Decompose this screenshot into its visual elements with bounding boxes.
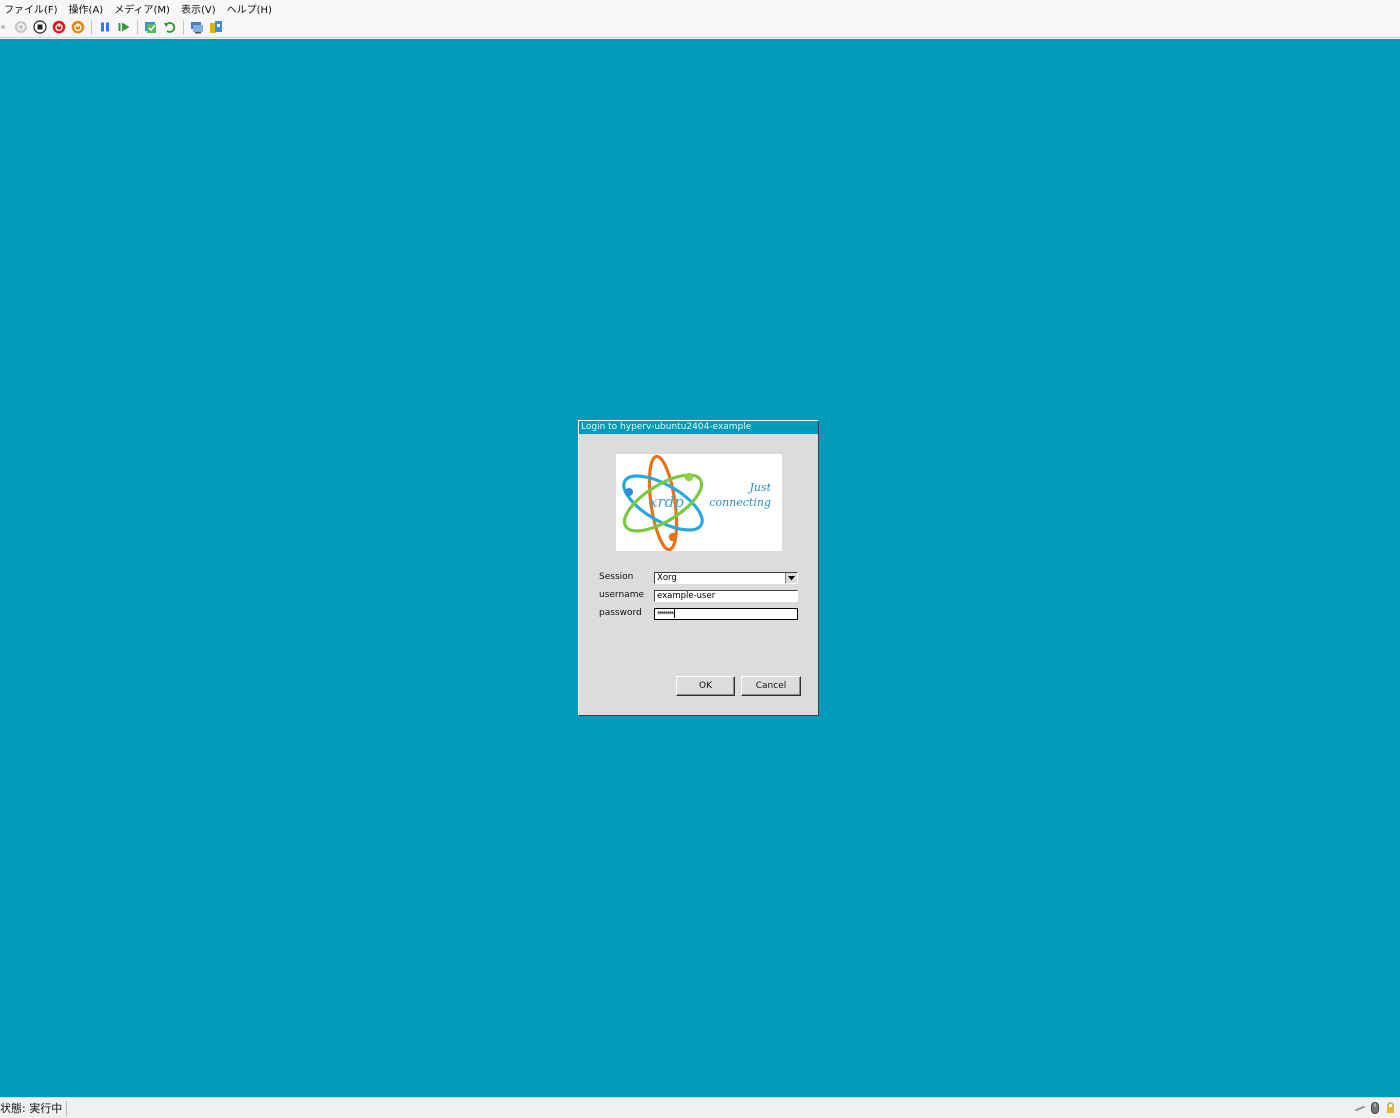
xrdp-logo: xrdp Just connecting [616,454,782,551]
turn-off-icon[interactable] [32,20,47,35]
lock-icon [1384,1101,1396,1114]
dialog-title: Login to hyperv-ubuntu2404-example [579,421,818,434]
menu-bar: ファイル(F) 操作(A) メディア(M) 表示(V) ヘルプ(H) [0,0,1400,17]
cancel-button[interactable]: Cancel [741,676,801,696]
chevron-down-icon[interactable] [785,573,797,583]
session-label: Session [599,572,634,582]
text-cursor [674,609,675,618]
logo-tagline-2: connecting [709,496,771,509]
status-bar: 状態: 実行中 [0,1097,1400,1118]
shutdown-icon[interactable] [51,20,66,35]
menu-view[interactable]: 表示(V) [177,1,223,16]
password-label: password [599,608,642,618]
mouse-icon [1369,1101,1381,1114]
checkpoint-icon[interactable] [143,20,158,35]
password-value: ******** [657,610,675,618]
pause-icon[interactable] [97,20,112,35]
share-icon[interactable] [208,20,223,35]
toolbar-separator [183,19,184,35]
menu-help[interactable]: ヘルプ(H) [223,1,279,16]
login-dialog: Login to hyperv-ubuntu2404-example xrdp … [578,420,819,716]
session-select[interactable]: Xorg [654,572,798,584]
enhanced-session-icon[interactable] [189,20,204,35]
ctrl-alt-del-icon[interactable] [1,20,9,35]
password-field[interactable]: ******** [654,608,798,620]
session-value: Xorg [657,573,677,583]
resume-icon[interactable] [116,20,131,35]
menu-media[interactable]: メディア(M) [110,1,177,16]
status-tray [1354,1101,1396,1114]
logo-tagline-1: Just [747,481,771,494]
ok-button[interactable]: OK [676,676,735,696]
save-icon[interactable] [70,20,85,35]
toolbar-separator [91,19,92,35]
toolbar [0,17,1400,38]
start-icon[interactable] [13,20,28,35]
logo-wordmark: xrdp [649,493,684,511]
username-label: username [599,590,644,600]
keyboard-icon [1354,1101,1366,1114]
toolbar-separator [137,19,138,35]
status-text: 状態: 実行中 [0,1100,68,1116]
menu-action[interactable]: 操作(A) [65,1,111,16]
username-field[interactable]: example-user [654,590,798,602]
username-value: example-user [657,591,716,601]
menu-file[interactable]: ファイル(F) [0,1,65,16]
revert-icon[interactable] [162,20,177,35]
